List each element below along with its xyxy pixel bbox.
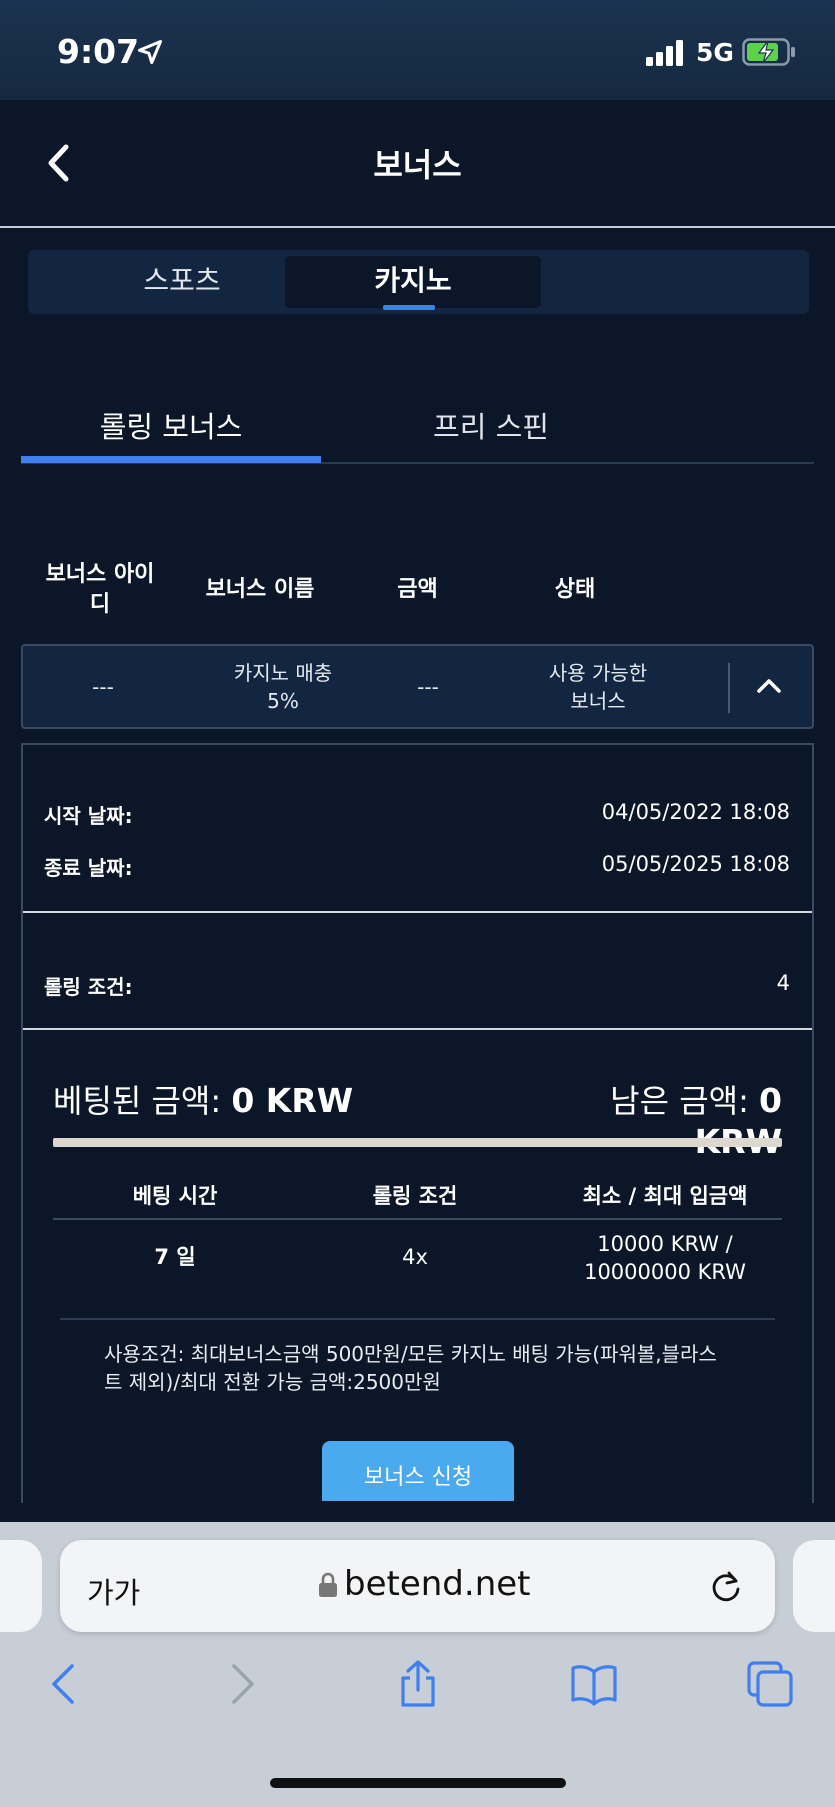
tab-free-spin[interactable]: 프리 스핀 — [341, 404, 641, 446]
deposit-range-line1: 10000 KRW / — [597, 1232, 733, 1256]
bonus-subtabs: 롤링 보너스 프리 스핀 — [21, 392, 814, 464]
status-bar: 9:07 5G — [0, 0, 835, 100]
start-date-label: 시작 날짜: — [44, 804, 133, 828]
previous-tab-preview[interactable] — [0, 1540, 42, 1632]
bonus-summary-row[interactable]: --- 카지노 매충 5% --- 사용 가능한 보너스 — [21, 644, 814, 729]
cellular-signal-icon — [646, 40, 683, 66]
status-line1: 사용 가능한 — [548, 661, 648, 685]
detail-divider — [23, 911, 812, 913]
inner-header-rolling: 롤링 조건 — [372, 1184, 458, 1208]
deposit-range-line2: 10000000 KRW — [584, 1260, 746, 1284]
rolling-progress-bar — [53, 1138, 782, 1147]
rolling-multiplier-value: 4x — [402, 1245, 428, 1269]
bonus-id-value: --- — [92, 675, 114, 699]
remaining-amount: 남은 금액: 0 KRW — [520, 1076, 782, 1161]
bonus-name-line1: 카지노 매충 — [233, 661, 333, 685]
tab-rolling-bonus[interactable]: 롤링 보너스 — [21, 404, 321, 446]
bet-amount: 베팅된 금액: 0 KRW — [53, 1076, 353, 1122]
tab-rolling-bonus-indicator — [21, 456, 321, 463]
next-tab-preview[interactable] — [793, 1540, 835, 1632]
bet-amount-value: 0 KRW — [231, 1081, 354, 1120]
apply-bonus-button[interactable]: 보너스 신청 — [322, 1441, 514, 1501]
url-text[interactable]: betend.net — [344, 1564, 531, 1604]
page-title: 보너스 — [373, 146, 462, 184]
remaining-amount-label: 남은 금액: — [610, 1082, 760, 1120]
status-line2: 보너스 — [570, 689, 626, 713]
column-header-bonus-name: 보너스 이름 — [205, 577, 315, 602]
inner-header-bet-time: 베팅 시간 — [132, 1184, 218, 1208]
status-time: 9:07 — [57, 32, 140, 71]
tab-casino-indicator — [383, 305, 435, 310]
amount-value: --- — [417, 675, 439, 699]
bookmarks-icon[interactable] — [570, 1660, 618, 1708]
battery-charging-icon — [742, 38, 795, 66]
browser-back-icon[interactable] — [40, 1660, 88, 1708]
collapse-chevron-up-icon[interactable] — [752, 670, 786, 700]
reader-settings-button[interactable]: 가가 — [87, 1570, 140, 1612]
terms-divider — [60, 1318, 775, 1320]
bet-time-value: 7 일 — [154, 1245, 196, 1269]
deposit-range-value: 10000 KRW / 10000000 KRW — [540, 1230, 790, 1286]
status-value: 사용 가능한 보너스 — [498, 659, 698, 715]
end-date-value: 05/05/2025 18:08 — [601, 852, 790, 876]
share-icon[interactable] — [394, 1660, 442, 1708]
browser-forward-icon[interactable] — [218, 1660, 266, 1708]
column-header-status: 상태 — [554, 577, 596, 602]
start-date-value: 04/05/2022 18:08 — [601, 800, 790, 824]
rolling-condition-value: 4 — [776, 971, 790, 995]
bet-amount-label: 베팅된 금액: — [53, 1082, 232, 1120]
detail-divider — [23, 1028, 812, 1030]
tabs-icon[interactable] — [746, 1660, 794, 1708]
inner-table-divider — [53, 1218, 782, 1220]
lock-icon — [319, 1572, 337, 1597]
network-type: 5G — [696, 38, 734, 67]
row-divider — [728, 663, 730, 713]
bonus-name-value: 카지노 매충 5% — [188, 659, 378, 715]
end-date-label: 종료 날짜: — [44, 856, 133, 880]
home-indicator[interactable] — [270, 1778, 566, 1788]
column-header-amount: 금액 — [397, 577, 438, 602]
rolling-condition-label: 롤링 조건: — [44, 975, 133, 999]
tab-casino[interactable]: 카지노 — [285, 256, 541, 308]
location-arrow-icon — [137, 39, 163, 65]
tab-sports[interactable]: 스포츠 — [54, 256, 310, 308]
bonus-name-line2: 5% — [267, 689, 299, 713]
terms-text: 사용조건: 최대보너스금액 500만원/모든 카지노 배팅 가능(파워볼,블라스… — [104, 1342, 717, 1394]
column-header-bonus-id: 보너스 아이디 — [45, 562, 155, 617]
inner-header-deposit: 최소 / 최대 입금액 — [582, 1184, 748, 1208]
reload-icon[interactable] — [708, 1569, 744, 1605]
